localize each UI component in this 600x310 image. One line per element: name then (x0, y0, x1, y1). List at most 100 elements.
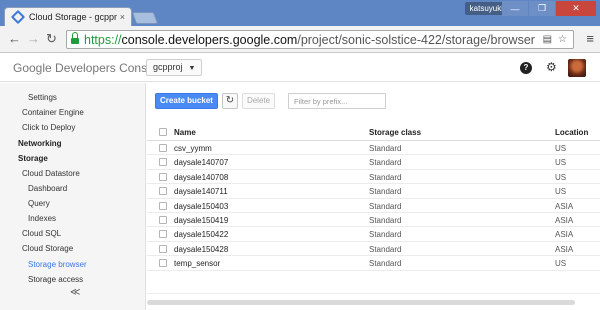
translate-icon[interactable]: ▤ (543, 34, 552, 45)
bucket-storage-class: Standard (369, 201, 402, 211)
filter-input[interactable] (288, 93, 386, 109)
column-header-storage-class[interactable]: Storage class (369, 128, 421, 137)
row-checkbox[interactable] (159, 187, 167, 196)
bucket-name[interactable]: daysale150422 (174, 230, 228, 239)
console-brand[interactable]: Google Developers Console (13, 61, 163, 75)
row-checkbox[interactable] (159, 259, 167, 268)
bucket-storage-class: Standard (369, 187, 402, 197)
sidebar-item-dashboard[interactable]: Dashboard (28, 184, 67, 193)
sidebar-item-indexes[interactable]: Indexes (28, 214, 56, 223)
window-controls: — ❐ ✕ (502, 1, 596, 16)
row-checkbox[interactable] (159, 230, 167, 239)
bucket-location: US (555, 158, 567, 168)
bucket-name[interactable]: csv_yymm (174, 144, 212, 153)
project-selector[interactable]: gcpproj ▼ (146, 59, 203, 76)
help-icon[interactable]: ? (520, 62, 532, 74)
table-row[interactable]: daysale150422 Standard ASIA (147, 227, 600, 242)
sidebar-item-cloud-storage[interactable]: Cloud Storage (22, 244, 73, 253)
maximize-button[interactable]: ❐ (529, 1, 555, 16)
browser-tab[interactable]: Cloud Storage - gcpproj × (4, 7, 132, 26)
bucket-storage-class: Standard (369, 144, 402, 153)
browser-titlebar: Cloud Storage - gcpproj × katsuyuki — ❐ … (0, 0, 600, 26)
browser-toolbar: ← → ↻ https://console.developers.google.… (0, 26, 600, 53)
table-row[interactable]: csv_yymm Standard US (147, 141, 600, 156)
avatar[interactable] (568, 59, 586, 77)
table-row[interactable]: daysale140707 Standard US (147, 155, 600, 170)
bucket-location: ASIA (555, 244, 574, 254)
reload-icon[interactable]: ↻ (46, 32, 57, 46)
sidebar-item-cloud-datastore[interactable]: Cloud Datastore (22, 169, 80, 178)
chevron-down-icon: ▼ (188, 65, 196, 72)
row-checkbox[interactable] (159, 244, 167, 253)
select-all-checkbox[interactable] (159, 128, 167, 136)
back-arrow-icon[interactable]: ← (8, 32, 21, 46)
bucket-location: US (555, 144, 567, 153)
bucket-name[interactable]: daysale140707 (174, 158, 228, 167)
star-icon[interactable]: ☆ (558, 34, 567, 45)
sidebar-item-cloud-sql[interactable]: Cloud SQL (22, 229, 61, 238)
lock-icon (71, 32, 79, 44)
minimize-button[interactable]: — (502, 1, 528, 16)
table-row[interactable]: daysale150419 Standard ASIA (147, 213, 600, 228)
bucket-storage-class: Standard (369, 215, 402, 225)
row-checkbox[interactable] (159, 172, 167, 181)
bucket-name[interactable]: daysale140711 (174, 187, 228, 196)
sidebar-item-networking[interactable]: Networking (18, 139, 62, 148)
bucket-location: US (555, 172, 567, 182)
bucket-name[interactable]: daysale150428 (174, 245, 228, 254)
column-header-location[interactable]: Location (555, 128, 588, 137)
new-tab-button[interactable] (131, 12, 159, 24)
refresh-icon[interactable]: ↻ (222, 93, 238, 109)
sidebar: Settings Container Engine Click to Deplo… (0, 83, 146, 310)
browser-menu-icon[interactable]: ≡ (586, 32, 594, 46)
row-checkbox[interactable] (159, 144, 167, 152)
bucket-storage-class: Standard (369, 172, 402, 182)
address-bar[interactable]: https://console.developers.google.com/pr… (66, 30, 574, 49)
sidebar-item-container-engine[interactable]: Container Engine (22, 108, 84, 117)
horizontal-scrollbar[interactable] (147, 293, 600, 310)
omnibox-icons: ▤ ☆ (543, 34, 567, 45)
cloud-console-icon (10, 9, 26, 25)
bucket-location: ASIA (555, 215, 574, 225)
scrollbar-thumb[interactable] (147, 300, 575, 305)
table-row[interactable]: daysale150428 Standard ASIA (147, 242, 600, 257)
bucket-location: ASIA (555, 201, 574, 211)
create-bucket-button[interactable]: Create bucket (155, 93, 218, 109)
table-header-row: Name Storage class Location (147, 125, 600, 141)
sidebar-item-click-to-deploy[interactable]: Click to Deploy (22, 123, 75, 132)
row-checkbox[interactable] (159, 158, 167, 167)
delete-button[interactable]: Delete (242, 93, 275, 109)
sidebar-item-storage[interactable]: Storage (18, 154, 48, 163)
gear-icon[interactable]: ⚙ (546, 60, 557, 74)
table-row[interactable]: temp_sensor Standard US (147, 256, 600, 271)
bucket-name[interactable]: daysale140708 (174, 173, 228, 182)
address-url[interactable]: https://console.developers.google.com/pr… (84, 33, 535, 47)
close-window-button[interactable]: ✕ (556, 1, 596, 16)
row-checkbox[interactable] (159, 201, 167, 210)
forward-arrow-icon[interactable]: → (27, 32, 40, 46)
bucket-name[interactable]: temp_sensor (174, 259, 220, 268)
table-row[interactable]: daysale140711 Standard US (147, 184, 600, 199)
sidebar-item-storage-access[interactable]: Storage access (28, 275, 83, 284)
table-row[interactable]: daysale140708 Standard US (147, 170, 600, 185)
sidebar-item-settings[interactable]: Settings (28, 93, 57, 102)
table-row[interactable]: daysale150403 Standard ASIA (147, 199, 600, 213)
bucket-location: US (555, 187, 567, 197)
bucket-location: US (555, 259, 567, 269)
row-checkbox[interactable] (159, 215, 167, 224)
buckets-table: Name Storage class Location csv_yymm Sta… (147, 125, 600, 271)
bucket-name[interactable]: daysale150403 (174, 202, 228, 211)
bucket-name[interactable]: daysale150419 (174, 216, 228, 225)
bucket-storage-class: Standard (369, 259, 402, 269)
column-header-name[interactable]: Name (174, 128, 196, 137)
sidebar-item-query[interactable]: Query (28, 199, 50, 208)
sidebar-item-storage-browser[interactable]: Storage browser (28, 260, 87, 269)
bucket-storage-class: Standard (369, 230, 402, 240)
main-content: Create bucket ↻ Delete Name Storage clas… (147, 83, 600, 310)
collapse-sidebar-icon[interactable]: ≪ (70, 287, 80, 298)
bucket-storage-class: Standard (369, 244, 402, 254)
console-header: Google Developers Console gcpproj ▼ ? ⚙ (0, 54, 600, 82)
bucket-storage-class: Standard (369, 158, 402, 168)
tab-title: Cloud Storage - gcpproj (29, 12, 117, 22)
tab-close-icon[interactable]: × (120, 12, 125, 22)
